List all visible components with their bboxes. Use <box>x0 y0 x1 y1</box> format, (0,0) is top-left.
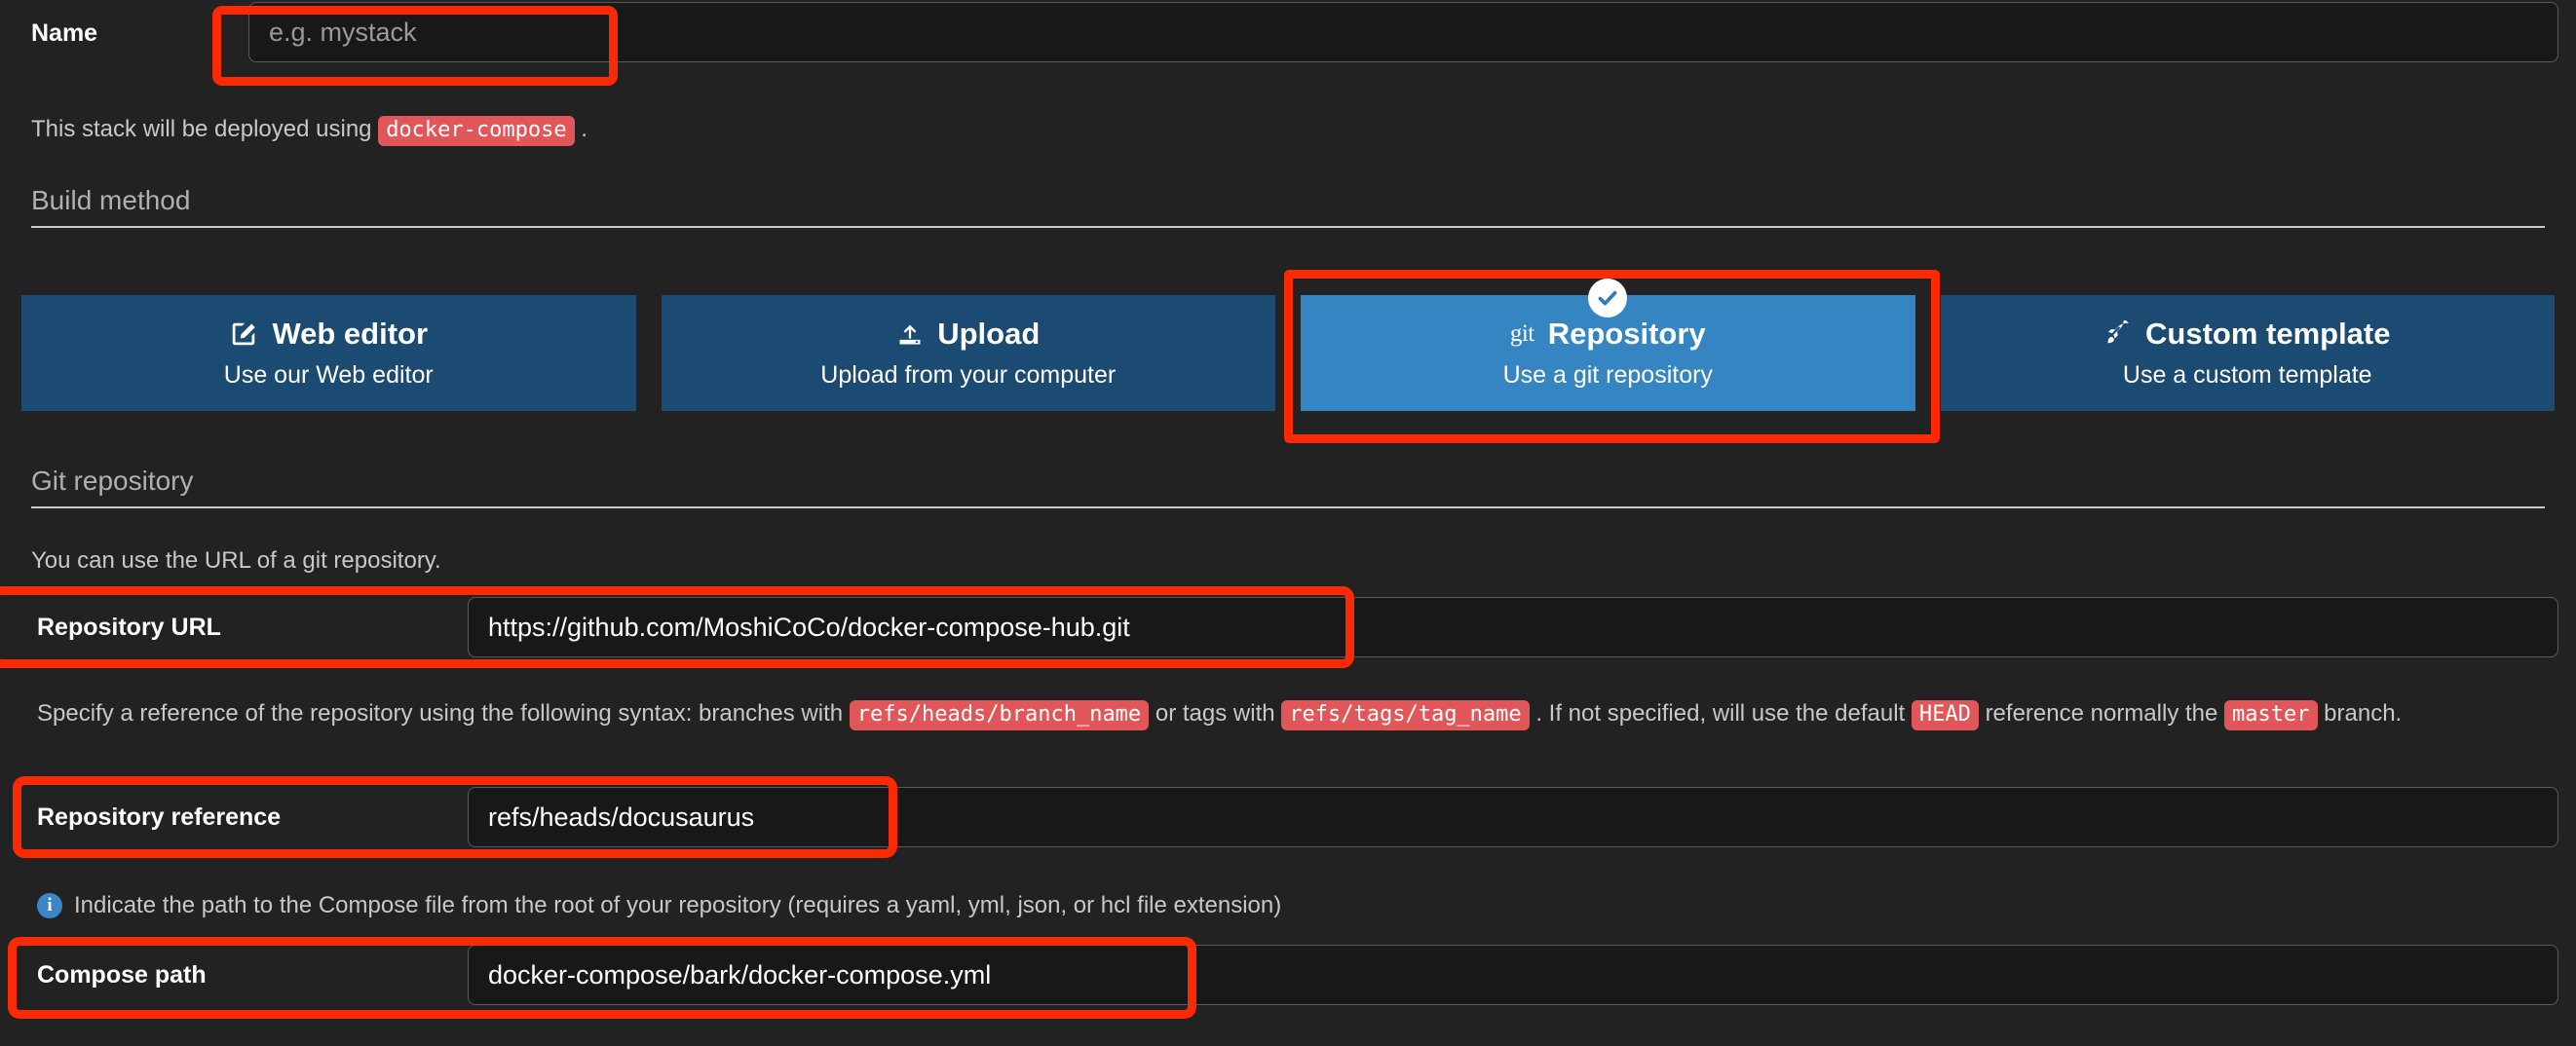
tile-title-repository: git Repository <box>1510 317 1706 352</box>
compose-path-help-text: Indicate the path to the Compose file fr… <box>74 892 1282 918</box>
deploy-note-prefix: This stack will be deployed using <box>31 116 372 142</box>
repository-reference-form-row: Repository reference refs/heads/docusaur… <box>0 787 2576 847</box>
repository-reference-label: Repository reference <box>37 803 282 831</box>
ref-help-code-tag: refs/tags/tag_name <box>1281 700 1530 730</box>
stack-name-placeholder: e.g. mystack <box>269 17 417 47</box>
compose-path-help: i Indicate the path to the Compose file … <box>37 888 1281 923</box>
build-method-section-heading: Build method <box>31 185 2545 228</box>
upload-icon <box>896 320 924 348</box>
deploy-note-suffix: . <box>581 116 587 142</box>
ref-help-part2: or tags with <box>1155 700 1275 727</box>
build-method-tile-custom-template[interactable]: Custom template Use a custom template <box>1940 295 2555 411</box>
build-method-tile-repository[interactable]: git Repository Use a git repository <box>1301 279 1915 411</box>
pencil-square-icon <box>229 319 258 349</box>
tile-label-custom-template: Custom template <box>2145 317 2391 351</box>
build-method-tiles: Web editor Use our Web editor Upload Upl… <box>21 279 2555 411</box>
ref-help-code-master: master <box>2224 700 2318 730</box>
ref-help-part1: Specify a reference of the repository us… <box>37 700 844 727</box>
build-method-tile-upload[interactable]: Upload Upload from your computer <box>661 295 1275 411</box>
tile-label-web-editor: Web editor <box>272 317 429 351</box>
compose-path-form-row: Compose path docker-compose/bark/docker-… <box>0 945 2576 1005</box>
ref-help-code-branch: refs/heads/branch_name <box>849 700 1150 730</box>
tile-title-custom-template: Custom template <box>2104 317 2390 352</box>
ref-help-part3: . If not specified, will use the default <box>1535 700 1906 727</box>
ref-help-code-head: HEAD <box>1911 700 1979 730</box>
stack-creation-form: Name e.g. mystack This stack will be dep… <box>0 0 2576 1046</box>
deploy-note-code: docker-compose <box>378 116 575 146</box>
compose-path-input[interactable]: docker-compose/bark/docker-compose.yml <box>468 945 2558 1005</box>
git-repository-note: You can use the URL of a git repository. <box>31 547 441 574</box>
repository-reference-value: refs/heads/docusaurus <box>488 802 755 832</box>
repository-reference-input[interactable]: refs/heads/docusaurus <box>468 787 2558 847</box>
tile-title-upload: Upload <box>896 317 1040 352</box>
tile-label-repository: Repository <box>1547 317 1706 351</box>
tile-subtitle-upload: Upload from your computer <box>820 361 1117 389</box>
selected-check-icon <box>1588 279 1628 318</box>
repository-reference-help: Specify a reference of the repository us… <box>37 696 2531 731</box>
git-repository-section-heading: Git repository <box>31 466 2545 508</box>
tile-label-upload: Upload <box>937 317 1041 351</box>
ref-help-part4: reference normally the <box>1985 700 2218 727</box>
rocket-icon <box>2104 320 2132 348</box>
compose-path-label: Compose path <box>37 961 207 989</box>
name-form-row: Name e.g. mystack <box>0 1 2576 63</box>
git-text-icon: git <box>1509 320 1534 347</box>
repository-url-form-row: Repository URL https://github.com/MoshiC… <box>0 597 2576 657</box>
tile-subtitle-custom-template: Use a custom template <box>2122 361 2372 389</box>
tile-subtitle-web-editor: Use our Web editor <box>223 361 434 389</box>
compose-path-value: docker-compose/bark/docker-compose.yml <box>488 959 992 990</box>
stack-name-input[interactable]: e.g. mystack <box>248 2 2558 62</box>
tile-title-web-editor: Web editor <box>229 317 428 352</box>
repository-url-label: Repository URL <box>37 614 221 641</box>
info-circle-icon: i <box>37 893 62 918</box>
name-label: Name <box>31 19 98 47</box>
tile-subtitle-repository: Use a git repository <box>1502 361 1713 389</box>
build-method-tile-web-editor[interactable]: Web editor Use our Web editor <box>21 295 636 411</box>
repository-url-input[interactable]: https://github.com/MoshiCoCo/docker-comp… <box>468 597 2558 657</box>
deploy-method-note: This stack will be deployed using docker… <box>31 112 587 147</box>
repository-url-value: https://github.com/MoshiCoCo/docker-comp… <box>488 612 1130 642</box>
ref-help-part5: branch. <box>2324 700 2403 727</box>
